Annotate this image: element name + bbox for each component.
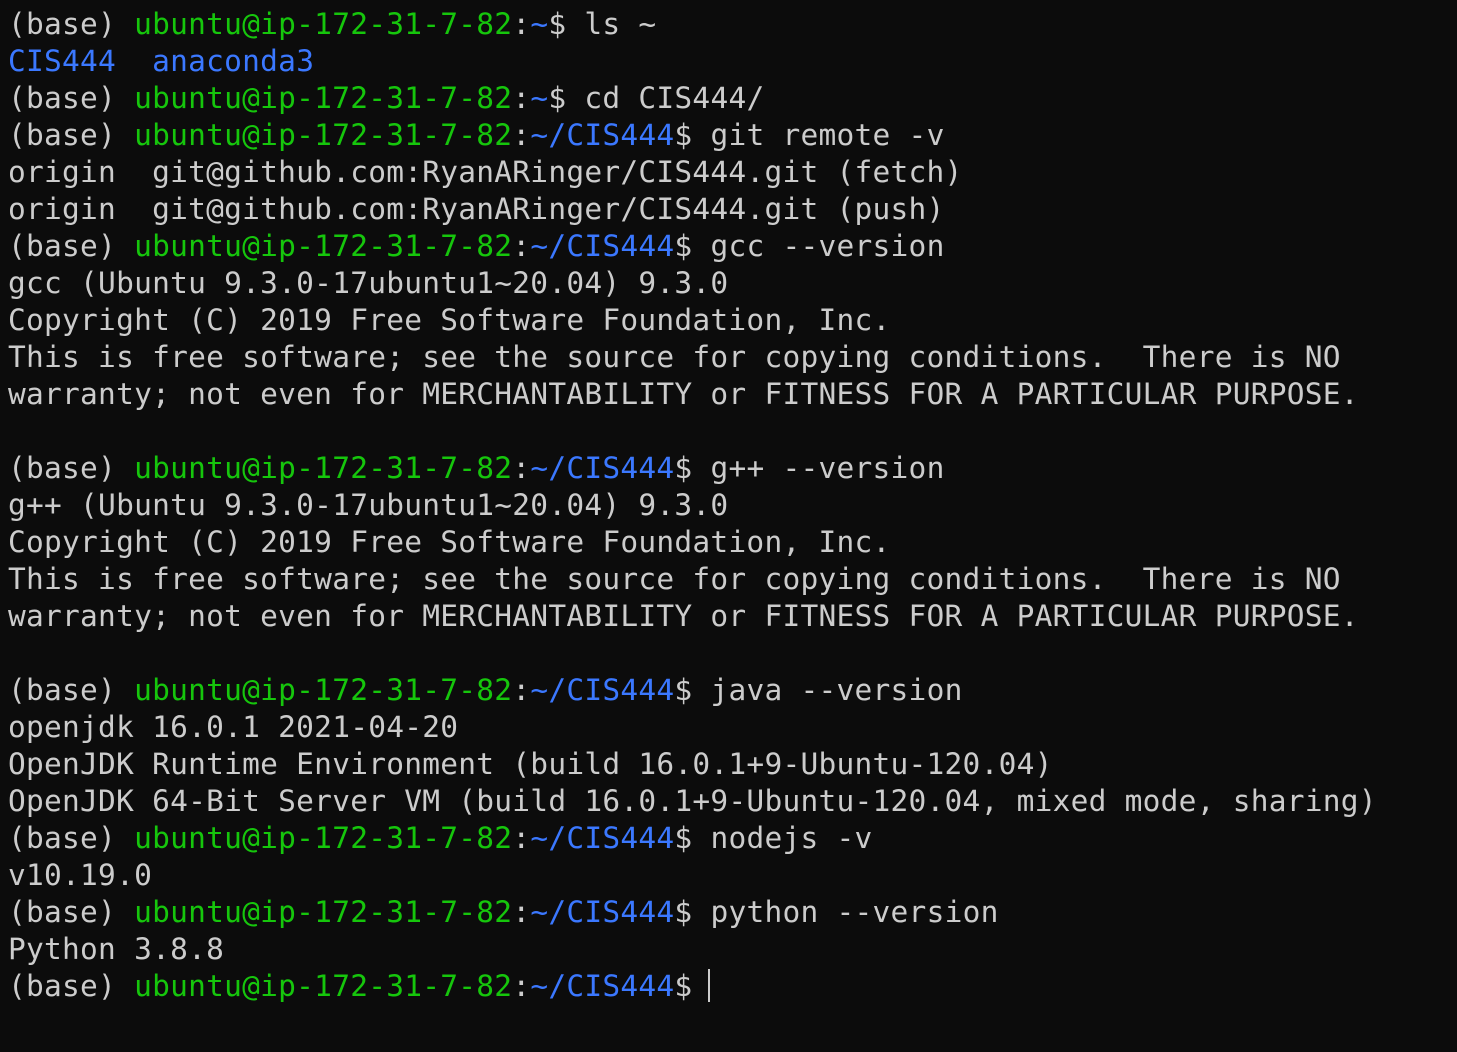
terminal-line: (base) ubuntu@ip-172-31-7-82:~$ ls ~ (8, 6, 1457, 43)
output-text: Copyright (C) 2019 Free Software Foundat… (8, 303, 891, 337)
terminal-line: (base) ubuntu@ip-172-31-7-82:~$ cd CIS44… (8, 80, 1457, 117)
output-text: (base) (8, 673, 135, 707)
output-text: $ gcc --version (674, 229, 945, 263)
prompt-user-host: ubuntu@ip-172-31-7-82 (134, 673, 513, 707)
prompt-path: ~/CIS444 (530, 969, 675, 1003)
terminal-line: OpenJDK 64-Bit Server VM (build 16.0.1+9… (8, 783, 1457, 820)
output-text: $ g++ --version (674, 451, 945, 485)
output-text: (base) (8, 118, 135, 152)
prompt-path: ~ (530, 81, 549, 115)
output-text: $ nodejs -v (674, 821, 873, 855)
output-text: OpenJDK 64-Bit Server VM (build 16.0.1+9… (8, 784, 1377, 818)
prompt-user-host: ubuntu@ip-172-31-7-82 (134, 969, 513, 1003)
terminal-line: (base) ubuntu@ip-172-31-7-82:~/CIS444$ (8, 968, 1457, 1005)
prompt-path: ~/CIS444 (530, 673, 675, 707)
terminal-line: OpenJDK Runtime Environment (build 16.0.… (8, 746, 1457, 783)
prompt-user-host: ubuntu@ip-172-31-7-82 (134, 229, 513, 263)
output-text: : (512, 81, 531, 115)
output-text: : (512, 673, 531, 707)
prompt-path: ~/CIS444 (530, 895, 675, 929)
output-text: warranty; not even for MERCHANTABILITY o… (8, 599, 1359, 633)
output-text: Python 3.8.8 (8, 932, 225, 966)
terminal-line: g++ (Ubuntu 9.3.0-17ubuntu1~20.04) 9.3.0 (8, 487, 1457, 524)
terminal-line: warranty; not even for MERCHANTABILITY o… (8, 598, 1457, 635)
output-text: openjdk 16.0.1 2021-04-20 (8, 710, 459, 744)
output-text: (base) (8, 81, 135, 115)
output-text: : (512, 969, 531, 1003)
output-text: : (512, 229, 531, 263)
output-text: $ java --version (674, 673, 963, 707)
output-text: $ ls ~ (548, 7, 657, 41)
terminal-line: CIS444 anaconda3 (8, 43, 1457, 80)
terminal-line: This is free software; see the source fo… (8, 339, 1457, 376)
terminal-line: (base) ubuntu@ip-172-31-7-82:~/CIS444$ p… (8, 894, 1457, 931)
prompt-user-host: ubuntu@ip-172-31-7-82 (134, 451, 513, 485)
output-text: : (512, 7, 531, 41)
output-text: This is free software; see the source fo… (8, 340, 1341, 374)
prompt-user-host: ubuntu@ip-172-31-7-82 (134, 81, 513, 115)
prompt-path: ~/CIS444 (530, 451, 675, 485)
output-text: (base) (8, 821, 135, 855)
prompt-user-host: ubuntu@ip-172-31-7-82 (134, 821, 513, 855)
prompt-path: CIS444 (8, 44, 117, 78)
terminal-line: gcc (Ubuntu 9.3.0-17ubuntu1~20.04) 9.3.0 (8, 265, 1457, 302)
prompt-user-host: ubuntu@ip-172-31-7-82 (134, 895, 513, 929)
output-text: (base) (8, 451, 135, 485)
prompt-path: ~/CIS444 (530, 118, 675, 152)
prompt-path: ~/CIS444 (530, 821, 675, 855)
output-text: OpenJDK Runtime Environment (build 16.0.… (8, 747, 1053, 781)
output-text: (base) (8, 229, 135, 263)
output-text: $ python --version (674, 895, 999, 929)
prompt-path: ~/CIS444 (530, 229, 675, 263)
terminal-line: (base) ubuntu@ip-172-31-7-82:~/CIS444$ g… (8, 450, 1457, 487)
prompt-user-host: ubuntu@ip-172-31-7-82 (134, 118, 513, 152)
output-text: v10.19.0 (8, 858, 153, 892)
terminal-output: (base) ubuntu@ip-172-31-7-82:~$ ls ~ CIS4… (8, 6, 1457, 1005)
terminal-line: This is free software; see the source fo… (8, 561, 1457, 598)
output-text: : (512, 451, 531, 485)
terminal-window[interactable]: (base) ubuntu@ip-172-31-7-82:~$ ls ~ CIS4… (0, 0, 1457, 1052)
output-text: (base) (8, 969, 135, 1003)
terminal-line: Copyright (C) 2019 Free Software Foundat… (8, 302, 1457, 339)
prompt-user-host: ubuntu@ip-172-31-7-82 (134, 7, 513, 41)
terminal-line: Copyright (C) 2019 Free Software Foundat… (8, 524, 1457, 561)
text-cursor (708, 969, 711, 1002)
terminal-line: warranty; not even for MERCHANTABILITY o… (8, 376, 1457, 413)
prompt-path: ~ (530, 7, 549, 41)
terminal-line: v10.19.0 (8, 857, 1457, 894)
terminal-line: origin git@github.com:RyanARinger/CIS444… (8, 154, 1457, 191)
terminal-line: origin git@github.com:RyanARinger/CIS444… (8, 191, 1457, 228)
terminal-line: (base) ubuntu@ip-172-31-7-82:~/CIS444$ n… (8, 820, 1457, 857)
prompt-path: anaconda3 (152, 44, 315, 78)
terminal-line: (base) ubuntu@ip-172-31-7-82:~/CIS444$ j… (8, 672, 1457, 709)
terminal-line: openjdk 16.0.1 2021-04-20 (8, 709, 1457, 746)
output-text: origin git@github.com:RyanARinger/CIS444… (8, 192, 945, 226)
output-text: : (512, 118, 531, 152)
output-text: : (512, 895, 531, 929)
output-text: origin git@github.com:RyanARinger/CIS444… (8, 155, 963, 189)
output-text: $ cd CIS444/ (548, 81, 765, 115)
output-text: $ (674, 969, 693, 1003)
output-text: g++ (Ubuntu 9.3.0-17ubuntu1~20.04) 9.3.0 (8, 488, 729, 522)
output-text: : (512, 821, 531, 855)
output-text: warranty; not even for MERCHANTABILITY o… (8, 377, 1359, 411)
output-text: This is free software; see the source fo… (8, 562, 1341, 596)
output-text: Copyright (C) 2019 Free Software Foundat… (8, 525, 891, 559)
terminal-line: Python 3.8.8 (8, 931, 1457, 968)
terminal-line: (base) ubuntu@ip-172-31-7-82:~/CIS444$ g… (8, 228, 1457, 265)
output-text: gcc (Ubuntu 9.3.0-17ubuntu1~20.04) 9.3.0 (8, 266, 729, 300)
output-text: $ git remote -v (674, 118, 945, 152)
terminal-line: (base) ubuntu@ip-172-31-7-82:~/CIS444$ g… (8, 117, 1457, 154)
output-text: (base) (8, 7, 135, 41)
output-text: (base) (8, 895, 135, 929)
